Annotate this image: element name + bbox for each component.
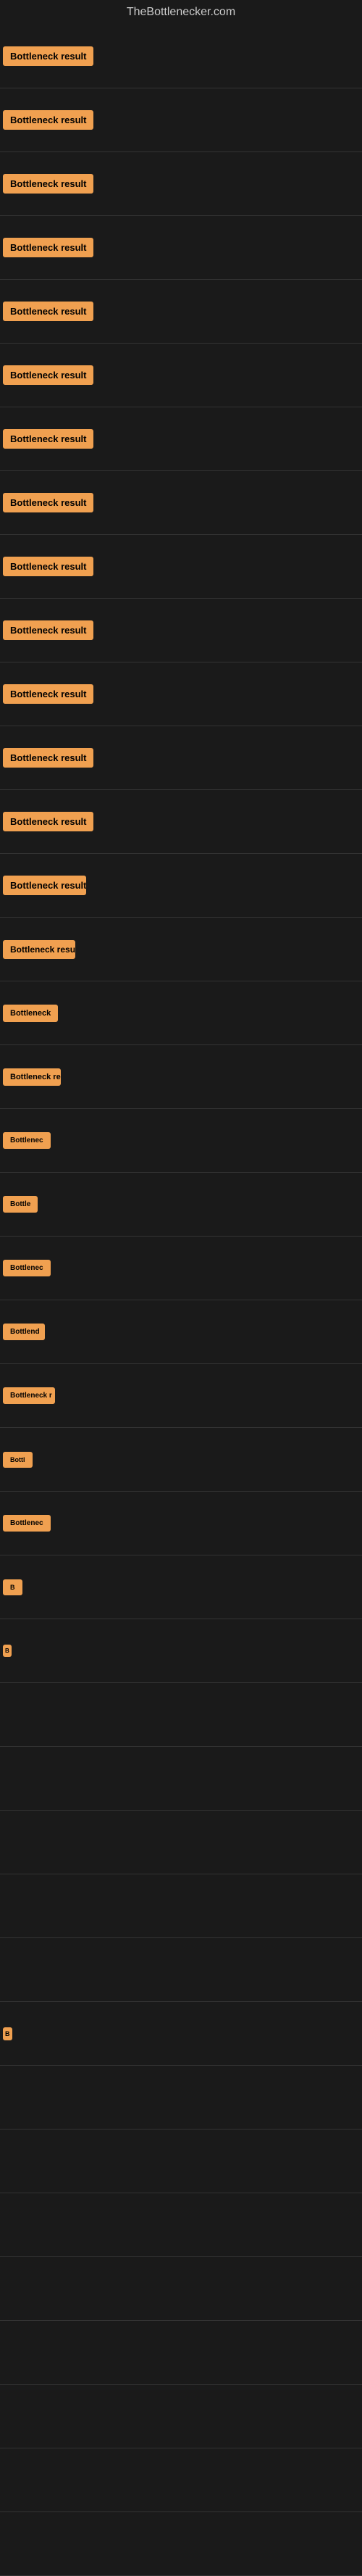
bottleneck-badge[interactable]: Bottleneck result — [3, 684, 93, 704]
bottleneck-badge[interactable]: B — [3, 1579, 22, 1595]
bottleneck-badge[interactable]: Bottleneck result — [3, 174, 93, 194]
list-item: Bottleneck result — [0, 152, 362, 216]
bottleneck-badge[interactable]: Bottlenec — [3, 1132, 51, 1149]
empty-row — [0, 2193, 362, 2257]
list-item: Bottleneck result — [0, 88, 362, 152]
list-item: Bottleneck result — [0, 25, 362, 88]
empty-row — [0, 1811, 362, 1874]
list-item: B — [0, 1619, 362, 1683]
empty-row — [0, 1938, 362, 2002]
bottleneck-badge[interactable]: Bottleneck result — [3, 365, 93, 385]
list-item: B — [0, 1555, 362, 1619]
bottleneck-badge[interactable]: Bottleneck result — [3, 812, 93, 831]
bottleneck-badge[interactable]: Bottleneck result — [3, 46, 93, 66]
list-item: Bottlenec — [0, 1237, 362, 1300]
list-item: Bottle — [0, 1173, 362, 1237]
bottleneck-badge[interactable]: Bottleneck re — [3, 1068, 61, 1086]
list-item: B — [0, 2002, 362, 2066]
list-item: Bottleneck result — [0, 726, 362, 790]
list-item: Bottleneck result — [0, 407, 362, 471]
bottleneck-badge[interactable]: Bottleneck r — [3, 1387, 55, 1404]
bottleneck-badge[interactable]: Bottleneck result — [3, 876, 86, 895]
bottleneck-badge[interactable]: Bottleneck result — [3, 302, 93, 321]
list-item: Bottleneck result — [0, 854, 362, 918]
list-item: Bottleneck — [0, 981, 362, 1045]
bottleneck-badge[interactable]: Bottleneck resu — [3, 940, 75, 959]
bottleneck-badge[interactable]: Bottleneck result — [3, 748, 93, 768]
list-item: Bottleneck result — [0, 790, 362, 854]
empty-row — [0, 2130, 362, 2193]
list-item: Bottleneck result — [0, 599, 362, 662]
bottleneck-badge[interactable]: Bottleneck — [3, 1005, 58, 1022]
empty-row — [0, 2385, 362, 2448]
empty-row — [0, 2448, 362, 2512]
empty-row — [0, 1874, 362, 1938]
bottleneck-badge[interactable]: Bottleneck result — [3, 429, 93, 449]
list-item: Bottleneck result — [0, 471, 362, 535]
bottleneck-badge[interactable]: Bottleneck result — [3, 620, 93, 640]
bottleneck-badge[interactable]: Bottlenec — [3, 1515, 51, 1532]
site-title: TheBottlenecker.com — [0, 0, 362, 25]
list-item: Bottlend — [0, 1300, 362, 1364]
empty-row — [0, 1747, 362, 1811]
bottleneck-badge[interactable]: Bottlend — [3, 1324, 45, 1340]
bottleneck-badge[interactable]: Bottleneck result — [3, 238, 93, 257]
list-item: Bottleneck result — [0, 216, 362, 280]
list-item: Bottleneck re — [0, 1045, 362, 1109]
list-item: Bottlenec — [0, 1492, 362, 1555]
bottleneck-badge[interactable]: Bottlenec — [3, 1260, 51, 1276]
list-item: Bottleneck result — [0, 535, 362, 599]
list-item: Bottleneck r — [0, 1364, 362, 1428]
bottleneck-badge[interactable]: Bottleneck result — [3, 557, 93, 576]
bottleneck-badge[interactable]: Bottl — [3, 1452, 33, 1468]
list-item: Bottleneck result — [0, 280, 362, 344]
empty-row — [0, 2321, 362, 2385]
list-item: Bottl — [0, 1428, 362, 1492]
bottleneck-badge[interactable]: B — [3, 2027, 12, 2040]
empty-row — [0, 2257, 362, 2321]
empty-row — [0, 2066, 362, 2130]
list-item: Bottlenec — [0, 1109, 362, 1173]
empty-row — [0, 1683, 362, 1747]
bottleneck-badge[interactable]: Bottleneck result — [3, 493, 93, 512]
list-item: Bottleneck resu — [0, 918, 362, 981]
bottleneck-badge[interactable]: Bottleneck result — [3, 110, 93, 130]
list-item: Bottleneck result — [0, 344, 362, 407]
bottleneck-badge[interactable]: Bottle — [3, 1196, 38, 1213]
list-item: Bottleneck result — [0, 662, 362, 726]
bottleneck-badge[interactable]: B — [3, 1645, 12, 1657]
empty-row — [0, 2512, 362, 2576]
